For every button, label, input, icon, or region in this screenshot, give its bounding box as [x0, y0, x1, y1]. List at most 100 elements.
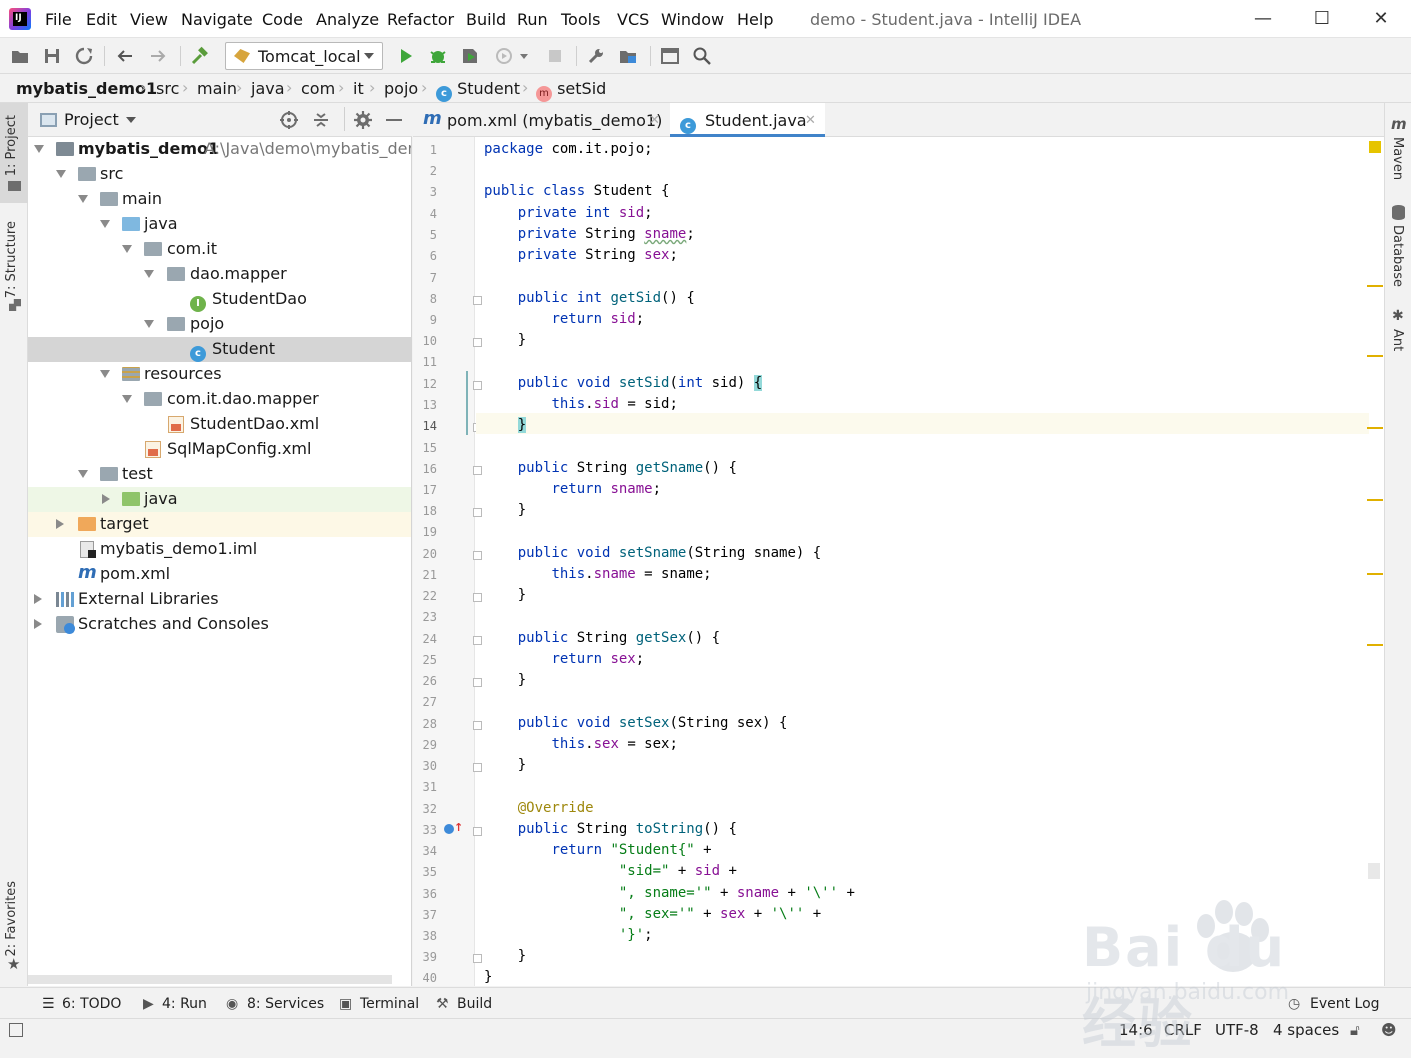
menu-help[interactable]: Help [737, 10, 773, 29]
override-gutter-icon[interactable] [444, 824, 454, 834]
warning-marker[interactable] [1367, 427, 1383, 429]
menu-code[interactable]: Code [262, 10, 303, 29]
tool-tab-maven[interactable]: Maven [1390, 137, 1405, 180]
tree-item-main[interactable]: main [28, 187, 411, 212]
coverage-icon[interactable] [460, 46, 480, 66]
breadcrumb-class[interactable]: c Student [436, 79, 520, 102]
breadcrumb-it[interactable]: it [353, 79, 364, 98]
toggle-tool-windows-icon[interactable] [9, 1023, 23, 1037]
back-icon[interactable] [115, 46, 135, 66]
breadcrumb-com[interactable]: com [301, 79, 335, 98]
tool-tab-structure[interactable]: 7: Structure [4, 221, 19, 298]
tree-item-sqlmapconfig-xml[interactable]: SqlMapConfig.xml [28, 437, 411, 462]
tool-tab-terminal[interactable]: Terminal [360, 996, 419, 1012]
run-icon[interactable] [396, 46, 416, 66]
code-area[interactable]: package com.it.pojo; public class Studen… [476, 137, 1369, 986]
breadcrumb-main[interactable]: main [197, 79, 237, 98]
warning-marker[interactable] [1367, 573, 1383, 575]
locate-target-icon[interactable] [279, 110, 299, 134]
menu-tools[interactable]: Tools [561, 10, 600, 29]
horizontal-scrollbar[interactable] [28, 975, 392, 984]
gear-icon[interactable] [353, 110, 373, 134]
breadcrumb-src[interactable]: src [156, 79, 179, 98]
tree-item-studentdao[interactable]: I StudentDao [28, 287, 411, 312]
tree-item-com-it-dao-mapper[interactable]: com.it.dao.mapper [28, 387, 411, 412]
tree-item-resources[interactable]: resources [28, 362, 411, 387]
save-icon[interactable] [42, 46, 62, 66]
menu-window[interactable]: Window [661, 10, 724, 29]
menu-run[interactable]: Run [517, 10, 548, 29]
editor-scrollbar[interactable] [1369, 137, 1384, 986]
run-configuration-dropdown[interactable]: Tomcat_local [225, 42, 383, 70]
tree-item-studentdao-xml[interactable]: StudentDao.xml [28, 412, 411, 437]
tree-item-test[interactable]: test [28, 462, 411, 487]
tree-item-pom-xml[interactable]: m pom.xml [28, 562, 411, 587]
tree-item-scratches[interactable]: Scratches and Consoles [28, 612, 411, 637]
stop-icon[interactable] [545, 46, 565, 66]
tool-tab-run[interactable]: 4: Run [162, 996, 207, 1012]
tree-item-src[interactable]: src [28, 162, 411, 187]
tree-item-java-sources[interactable]: java [28, 212, 411, 237]
menu-refactor[interactable]: Refactor [387, 10, 454, 29]
close-button[interactable]: ✕ [1361, 6, 1401, 32]
menu-view[interactable]: View [130, 10, 168, 29]
debug-icon[interactable] [428, 46, 448, 66]
inspection-status-icon[interactable] [1369, 141, 1381, 153]
tree-item-package-dao-mapper[interactable]: dao.mapper [28, 262, 411, 287]
menu-navigate[interactable]: Navigate [181, 10, 253, 29]
breadcrumb-method[interactable]: m setSid [536, 79, 606, 102]
close-icon[interactable]: ✕ [805, 113, 816, 128]
profile-icon[interactable] [494, 46, 514, 66]
tree-item-target[interactable]: target [28, 512, 411, 537]
sync-icon[interactable] [74, 46, 94, 66]
tool-tab-build[interactable]: Build [457, 996, 492, 1012]
inspector-icon[interactable]: ☻ [1381, 1021, 1397, 1039]
tool-tab-ant[interactable]: Ant [1390, 329, 1405, 351]
warning-marker[interactable] [1367, 355, 1383, 357]
warning-marker[interactable] [1367, 285, 1383, 287]
tool-tab-favorites[interactable]: 2: Favorites [4, 881, 19, 957]
line-number: 28 [422, 717, 437, 731]
line-number: 12 [422, 377, 437, 391]
wrench-settings-icon[interactable] [586, 46, 606, 66]
menu-vcs[interactable]: VCS [617, 10, 649, 29]
menu-edit[interactable]: Edit [86, 10, 117, 29]
close-icon[interactable]: ✕ [649, 113, 660, 128]
tool-tab-todo[interactable]: 6: TODO [62, 996, 121, 1012]
project-panel-title[interactable]: Project [64, 110, 119, 129]
menu-build[interactable]: Build [466, 10, 506, 29]
breadcrumb-project[interactable]: mybatis_demo1 [16, 79, 157, 98]
tree-item-student-selected[interactable]: c Student [28, 337, 411, 362]
build-hammer-icon[interactable] [190, 46, 210, 66]
menu-analyze[interactable]: Analyze [316, 10, 379, 29]
maximize-button[interactable]: ☐ [1302, 6, 1342, 32]
watermark-url: jingyan.baidu.com [1086, 980, 1290, 1005]
tab-pom-xml[interactable]: m pom.xml (mybatis_demo1) ✕ [413, 103, 670, 137]
collapse-all-icon[interactable] [311, 110, 331, 134]
tool-tab-database[interactable]: Database [1390, 225, 1405, 287]
tree-item-package-pojo[interactable]: pojo [28, 312, 411, 337]
warning-marker[interactable] [1367, 644, 1383, 646]
tree-item-project-root[interactable]: mybatis_demo1 A:\Java\demo\mybatis_demo1 [28, 137, 411, 162]
frame-window-icon[interactable] [660, 46, 680, 66]
breadcrumb-java[interactable]: java [251, 79, 285, 98]
warning-marker[interactable] [1367, 499, 1383, 501]
menu-file[interactable]: File [45, 10, 72, 29]
search-icon[interactable] [692, 46, 712, 66]
line-number: 8 [429, 292, 437, 306]
tree-item-test-java[interactable]: java [28, 487, 411, 512]
minimize-button[interactable]: — [1243, 6, 1283, 32]
chevron-down-icon[interactable] [518, 46, 530, 66]
tree-item-iml[interactable]: mybatis_demo1.iml [28, 537, 411, 562]
tree-item-package-com-it[interactable]: com.it [28, 237, 411, 262]
hide-panel-icon[interactable] [386, 119, 402, 121]
forward-icon[interactable] [148, 46, 168, 66]
tool-tab-services[interactable]: 8: Services [247, 996, 324, 1012]
tree-item-external-libraries[interactable]: External Libraries [28, 587, 411, 612]
breadcrumb-pojo[interactable]: pojo [384, 79, 418, 98]
open-folder-icon[interactable] [10, 46, 30, 66]
tool-tab-project[interactable]: 1: Project [4, 115, 19, 176]
project-structure-icon[interactable] [618, 46, 638, 66]
tab-student-java[interactable]: c Student.java ✕ [670, 103, 825, 137]
chevron-down-icon[interactable] [126, 117, 136, 123]
